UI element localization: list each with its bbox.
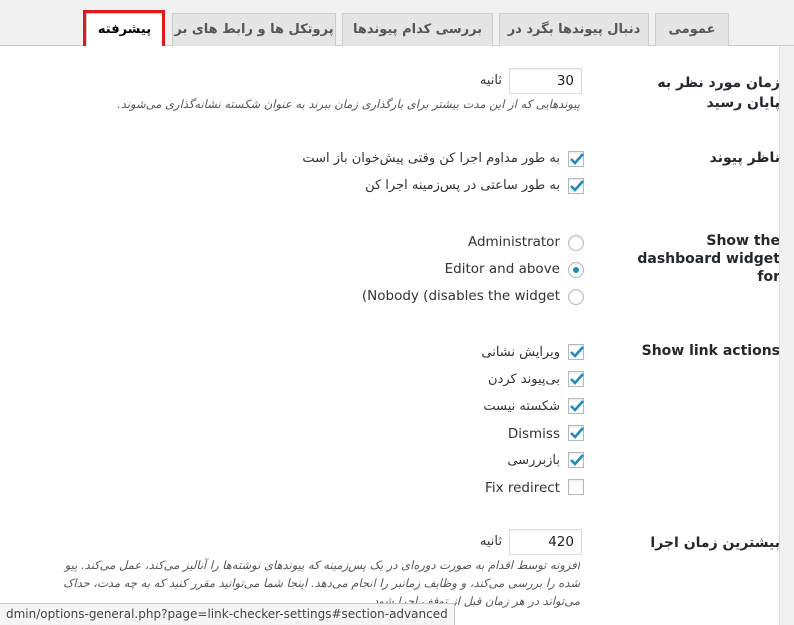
checkmark-icon [570,454,584,466]
tab-general[interactable]: عمومی [655,13,729,46]
action-fix-redirect-label: Fix redirect [485,480,560,496]
monitor-dashboard-label: به طور مداوم اجرا کن وقتی پیش‌خوان باز ا… [302,151,560,166]
monitor-dashboard-checkbox[interactable] [568,151,584,167]
action-not-broken-label: شکسته نیست [483,399,560,414]
action-edit-url-label: ویرایش نشانی [481,345,560,360]
timeout-unit: ثانیه [479,73,502,88]
timeout-label: زمان مورد نظر به پایان رسید [657,75,780,111]
action-dismiss-checkbox[interactable] [568,425,584,441]
radio-selected-dot [573,267,579,273]
settings-tab-bar: عمومی دنبال پیوندها بگرد در بررسی کدام پ… [0,0,794,51]
tab-protocols-and-apis[interactable]: پروتکل ها و رابط های بر [172,13,336,46]
action-recheck-checkbox[interactable] [568,452,584,468]
vertical-scrollbar[interactable] [780,46,794,625]
max-execution-label: بیشترین زمان اجرا [650,535,780,551]
max-execution-description-line-1: افزونه توسط اقدام به صورت دوره‌ای در یک … [64,558,580,572]
max-execution-unit: ثانیه [479,534,502,549]
action-unlink-checkbox[interactable] [568,371,584,387]
max-execution-description-line-2: شده را بررسی می‌کند، و وظایف زمانبر را ا… [63,576,580,590]
widget-nobody-radio[interactable] [568,289,584,305]
settings-panel: زمان مورد نظر به پایان رسید 30 ثانیه پیو… [0,46,780,625]
widget-administrator-label: Administrator [467,234,560,250]
dashboard-widget-label: Show the dashboard widget for [637,233,780,285]
checkmark-icon [570,180,584,192]
widget-editor-radio[interactable] [568,262,584,278]
monitor-hourly-checkbox[interactable] [568,178,584,194]
action-not-broken-checkbox[interactable] [568,398,584,414]
tab-advanced[interactable]: پیشرفته [86,13,163,47]
link-monitor-label: ناظر پیوند [709,150,780,166]
timeout-input[interactable]: 30 [509,68,582,94]
action-dismiss-label: Dismiss [507,426,560,442]
widget-administrator-radio[interactable] [568,235,584,251]
browser-status-url: dmin/options-general.php?page=link-check… [0,603,455,625]
widget-editor-label: Editor and above [444,261,560,277]
timeout-description: پیوندهایی که از این مدت بیشتر برای بارگذ… [117,97,580,111]
action-recheck-label: بازبررسی [507,453,560,468]
action-fix-redirect-checkbox[interactable] [568,479,584,495]
tab-which-links-to-check[interactable]: بررسی کدام پیوندها [342,13,493,46]
checkmark-icon [570,400,584,412]
widget-nobody-label: (Nobody (disables the widget [361,288,560,304]
checkmark-icon [570,153,584,165]
checkmark-icon [570,346,584,358]
monitor-hourly-label: به طور ساعتی در پس‌زمینه اجرا کن [365,178,560,193]
tab-look-for-links-in[interactable]: دنبال پیوندها بگرد در [499,13,649,46]
checkmark-icon [570,427,584,439]
checkmark-icon [570,373,584,385]
link-actions-label: Show link actions [641,343,780,359]
action-unlink-label: بی‌پیوند کردن [488,372,560,387]
action-edit-url-checkbox[interactable] [568,344,584,360]
max-execution-input[interactable]: 420 [509,529,582,555]
